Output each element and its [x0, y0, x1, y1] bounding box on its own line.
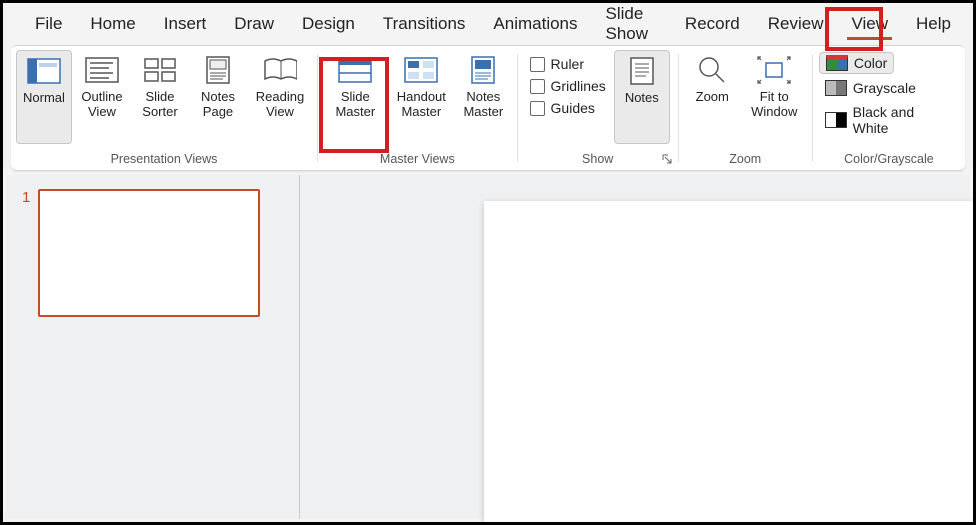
zoom-icon	[695, 56, 729, 84]
show-dialog-launcher[interactable]	[660, 152, 674, 166]
tab-design[interactable]: Design	[288, 6, 369, 42]
tab-help[interactable]: Help	[902, 6, 965, 42]
checkbox-icon	[530, 79, 545, 94]
grayscale-swatch-icon	[825, 80, 847, 96]
notes-page-button[interactable]: Notes Page	[190, 50, 246, 144]
color-mode-button[interactable]: Color	[819, 52, 894, 74]
normal-view-label: Normal	[23, 91, 65, 106]
tab-draw[interactable]: Draw	[220, 6, 288, 42]
handout-master-label: Handout Master	[397, 90, 446, 120]
grayscale-label: Grayscale	[853, 80, 916, 96]
slide-sorter-button[interactable]: Slide Sorter	[132, 50, 188, 144]
notes-label: Notes	[625, 91, 659, 106]
notes-button[interactable]: Notes	[614, 50, 670, 144]
slide-thumbnail-1[interactable]: 1	[22, 189, 283, 317]
guides-label: Guides	[551, 100, 595, 116]
bw-mode-button[interactable]: Black and White	[819, 102, 959, 138]
reading-view-label: Reading View	[256, 90, 304, 120]
checkbox-icon	[530, 57, 545, 72]
normal-view-icon	[27, 57, 61, 85]
group-zoom: Zoom Fit to Window Zoom	[679, 46, 812, 170]
reading-view-icon	[263, 56, 297, 84]
tab-record[interactable]: Record	[671, 6, 754, 42]
presentation-views-group-label: Presentation Views	[17, 152, 311, 166]
slide-sorter-icon	[143, 56, 177, 84]
notes-icon	[625, 57, 659, 85]
zoom-label: Zoom	[696, 90, 729, 105]
slide-master-icon	[338, 56, 372, 84]
notes-master-icon	[466, 56, 500, 84]
tab-insert[interactable]: Insert	[150, 6, 221, 42]
group-show: Ruler Gridlines Guides Notes	[518, 46, 678, 170]
slide-number: 1	[22, 189, 30, 206]
master-views-group-label: Master Views	[324, 152, 511, 166]
notes-page-label: Notes Page	[201, 90, 235, 120]
notes-master-button[interactable]: Notes Master	[455, 50, 511, 144]
app-window: File Home Insert Draw Design Transitions…	[0, 0, 976, 525]
ribbon-tabs: File Home Insert Draw Design Transitions…	[3, 3, 973, 45]
fit-window-label: Fit to Window	[751, 90, 797, 120]
notes-page-icon	[201, 56, 235, 84]
tab-slideshow[interactable]: Slide Show	[592, 0, 671, 52]
group-presentation-views: Normal Outline View Slide Sorter	[11, 46, 317, 170]
outline-view-label: Outline View	[81, 90, 122, 120]
tab-home[interactable]: Home	[76, 6, 149, 42]
zoom-button[interactable]: Zoom	[684, 50, 740, 144]
slide-sorter-label: Slide Sorter	[142, 90, 177, 120]
zoom-group-label: Zoom	[685, 152, 806, 166]
gridlines-label: Gridlines	[551, 78, 606, 94]
tab-view[interactable]: View	[837, 6, 902, 42]
handout-master-icon	[404, 56, 438, 84]
show-group-label: Show	[524, 152, 672, 166]
workspace: 1	[6, 175, 970, 519]
bw-label: Black and White	[853, 104, 953, 136]
checkbox-icon	[530, 101, 545, 116]
slide-master-label: Slide Master	[335, 90, 375, 120]
slide-thumbnail[interactable]	[38, 189, 260, 317]
ruler-checkbox[interactable]: Ruler	[530, 56, 606, 72]
outline-view-button[interactable]: Outline View	[74, 50, 130, 144]
fit-to-window-button[interactable]: Fit to Window	[742, 50, 806, 144]
bw-swatch-icon	[825, 112, 847, 128]
color-label: Color	[854, 55, 887, 71]
guides-checkbox[interactable]: Guides	[530, 100, 606, 116]
fit-window-icon	[757, 56, 791, 84]
group-color-grayscale: Color Grayscale Black and White Color/Gr…	[813, 46, 965, 170]
editor-pane	[300, 175, 970, 519]
handout-master-button[interactable]: Handout Master	[389, 50, 453, 144]
group-master-views: Slide Master Handout Master Notes Master…	[318, 46, 517, 170]
ruler-label: Ruler	[551, 56, 584, 72]
thumbnail-pane[interactable]: 1	[6, 175, 300, 519]
notes-master-label: Notes Master	[463, 90, 503, 120]
outline-view-icon	[85, 56, 119, 84]
color-swatch-icon	[826, 55, 848, 71]
ribbon: Normal Outline View Slide Sorter	[11, 45, 965, 171]
slide-master-button[interactable]: Slide Master	[323, 50, 387, 144]
tab-transitions[interactable]: Transitions	[369, 6, 480, 42]
normal-view-button[interactable]: Normal	[16, 50, 72, 144]
color-group-label: Color/Grayscale	[819, 152, 959, 166]
tab-review[interactable]: Review	[754, 6, 838, 42]
slide-canvas[interactable]	[484, 201, 976, 525]
tab-file[interactable]: File	[21, 6, 76, 42]
gridlines-checkbox[interactable]: Gridlines	[530, 78, 606, 94]
tab-animations[interactable]: Animations	[479, 6, 591, 42]
grayscale-mode-button[interactable]: Grayscale	[819, 78, 922, 98]
reading-view-button[interactable]: Reading View	[248, 50, 312, 144]
